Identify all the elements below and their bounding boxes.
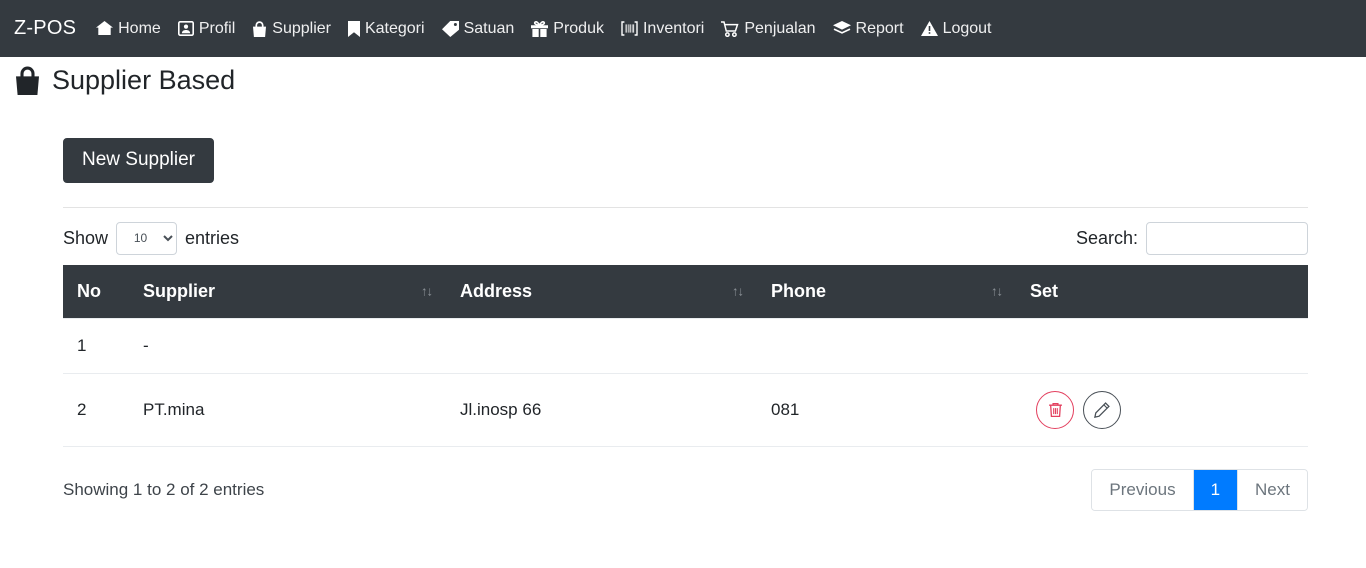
cell-address: [446, 317, 757, 374]
table-info: Showing 1 to 2 of 2 entries: [63, 479, 265, 499]
table-footer: Showing 1 to 2 of 2 entries Previous 1 N…: [63, 447, 1308, 511]
table-header: No Supplier ↑↓ Address ↑↓ Phone ↑↓ Set: [63, 264, 1308, 319]
nav-item-report[interactable]: Report: [832, 19, 904, 38]
nav-item-label: Report: [855, 19, 904, 37]
shopping-bag-icon: [252, 20, 267, 37]
main-navbar: Z-POS Home Profil Supplier Kategori Satu…: [0, 0, 1366, 57]
nav-item-label: Kategori: [364, 19, 425, 37]
warning-triangle-icon: [920, 21, 938, 36]
nav-item-label: Profil: [198, 19, 236, 37]
id-card-icon: [177, 21, 194, 36]
nav-item-supplier[interactable]: Supplier: [252, 20, 331, 38]
nav-list: Home Profil Supplier Kategori Satuan Pro…: [96, 20, 1008, 38]
cell-supplier: PT.mina: [129, 373, 446, 447]
cell-address: Jl.inosp 66: [446, 373, 757, 447]
column-label: Supplier: [143, 280, 216, 301]
nav-item-penjualan[interactable]: Penjualan: [721, 19, 816, 38]
column-header-address[interactable]: Address ↑↓: [446, 264, 757, 319]
barcode-icon: [621, 21, 638, 36]
layers-icon: [832, 21, 851, 36]
column-label: Phone: [771, 280, 827, 301]
column-header-set[interactable]: Set: [1016, 264, 1308, 319]
column-header-no[interactable]: No: [63, 264, 129, 319]
table-row: 2 PT.mina Jl.inosp 66 081: [63, 373, 1308, 447]
table-header-row: No Supplier ↑↓ Address ↑↓ Phone ↑↓ Set: [63, 264, 1308, 319]
nav-item-label: Home: [118, 19, 161, 37]
cell-supplier: -: [129, 317, 446, 374]
edit-button[interactable]: [1083, 390, 1121, 429]
delete-icon: [1048, 402, 1063, 418]
pagination-previous[interactable]: Previous: [1092, 469, 1194, 510]
bookmark-icon: [347, 20, 360, 37]
shopping-bag-icon: [14, 66, 41, 95]
table-row: 1 -: [63, 317, 1308, 374]
supplier-table: No Supplier ↑↓ Address ↑↓ Phone ↑↓ Set 1…: [63, 264, 1308, 447]
cell-set: [1016, 373, 1308, 447]
sort-icon[interactable]: ↑↓: [991, 284, 1003, 299]
column-header-supplier[interactable]: Supplier ↑↓: [129, 264, 446, 319]
nav-item-home[interactable]: Home: [96, 20, 161, 38]
nav-item-satuan[interactable]: Satuan: [441, 19, 515, 38]
page-title: Supplier Based: [0, 57, 1366, 96]
nav-item-label: Penjualan: [744, 19, 816, 37]
home-icon: [96, 21, 114, 36]
column-header-phone[interactable]: Phone ↑↓: [757, 264, 1016, 319]
brand-logo[interactable]: Z-POS: [14, 17, 76, 40]
cell-set: [1016, 317, 1308, 374]
edit-icon: [1094, 402, 1110, 418]
sort-icon[interactable]: ↑↓: [421, 284, 433, 299]
table-body: 1 - 2 PT.mina Jl.inosp 66 081: [63, 317, 1308, 447]
nav-item-label: Satuan: [463, 19, 515, 37]
pagination-next[interactable]: Next: [1238, 469, 1307, 510]
nav-item-label: Logout: [942, 19, 992, 37]
nav-item-logout[interactable]: Logout: [920, 19, 992, 38]
nav-item-profil[interactable]: Profil: [177, 19, 236, 38]
column-label: No: [77, 280, 101, 301]
cell-no: 2: [63, 373, 129, 447]
search-input[interactable]: [1146, 221, 1308, 255]
delete-button[interactable]: [1036, 390, 1074, 429]
nav-item-label: Supplier: [272, 19, 331, 37]
nav-item-produk[interactable]: Produk: [531, 20, 604, 38]
pagination-page-1[interactable]: 1: [1193, 469, 1239, 510]
table-controls: Show 10 25 50 100 entries Search:: [63, 208, 1308, 265]
gift-icon: [531, 20, 549, 37]
cell-phone: [757, 317, 1016, 374]
entries-label: entries: [185, 227, 240, 248]
column-label: Set: [1030, 280, 1059, 301]
nav-item-label: Produk: [553, 19, 604, 37]
pagination: Previous 1 Next: [1091, 468, 1308, 511]
entries-length-control: Show 10 25 50 100 entries: [63, 221, 240, 255]
sort-icon[interactable]: ↑↓: [732, 284, 744, 299]
page-title-text: Supplier Based: [52, 65, 236, 95]
new-supplier-button[interactable]: New Supplier: [63, 138, 214, 183]
nav-item-label: Inventori: [642, 19, 705, 37]
entries-length-select[interactable]: 10 25 50 100: [116, 221, 178, 255]
cell-no: 1: [63, 317, 129, 374]
nav-item-inventori[interactable]: Inventori: [621, 20, 704, 38]
row-actions: [1030, 390, 1308, 429]
column-label: Address: [460, 280, 533, 301]
nav-item-kategori[interactable]: Kategori: [347, 19, 425, 38]
tag-icon: [441, 20, 459, 37]
table-search-control: Search:: [1075, 221, 1308, 255]
cell-phone: 081: [757, 373, 1016, 447]
content-container: New Supplier Show 10 25 50 100 entries S…: [63, 138, 1308, 511]
shopping-cart-icon: [721, 20, 739, 37]
search-label: Search:: [1075, 227, 1138, 248]
show-label: Show: [63, 227, 109, 248]
